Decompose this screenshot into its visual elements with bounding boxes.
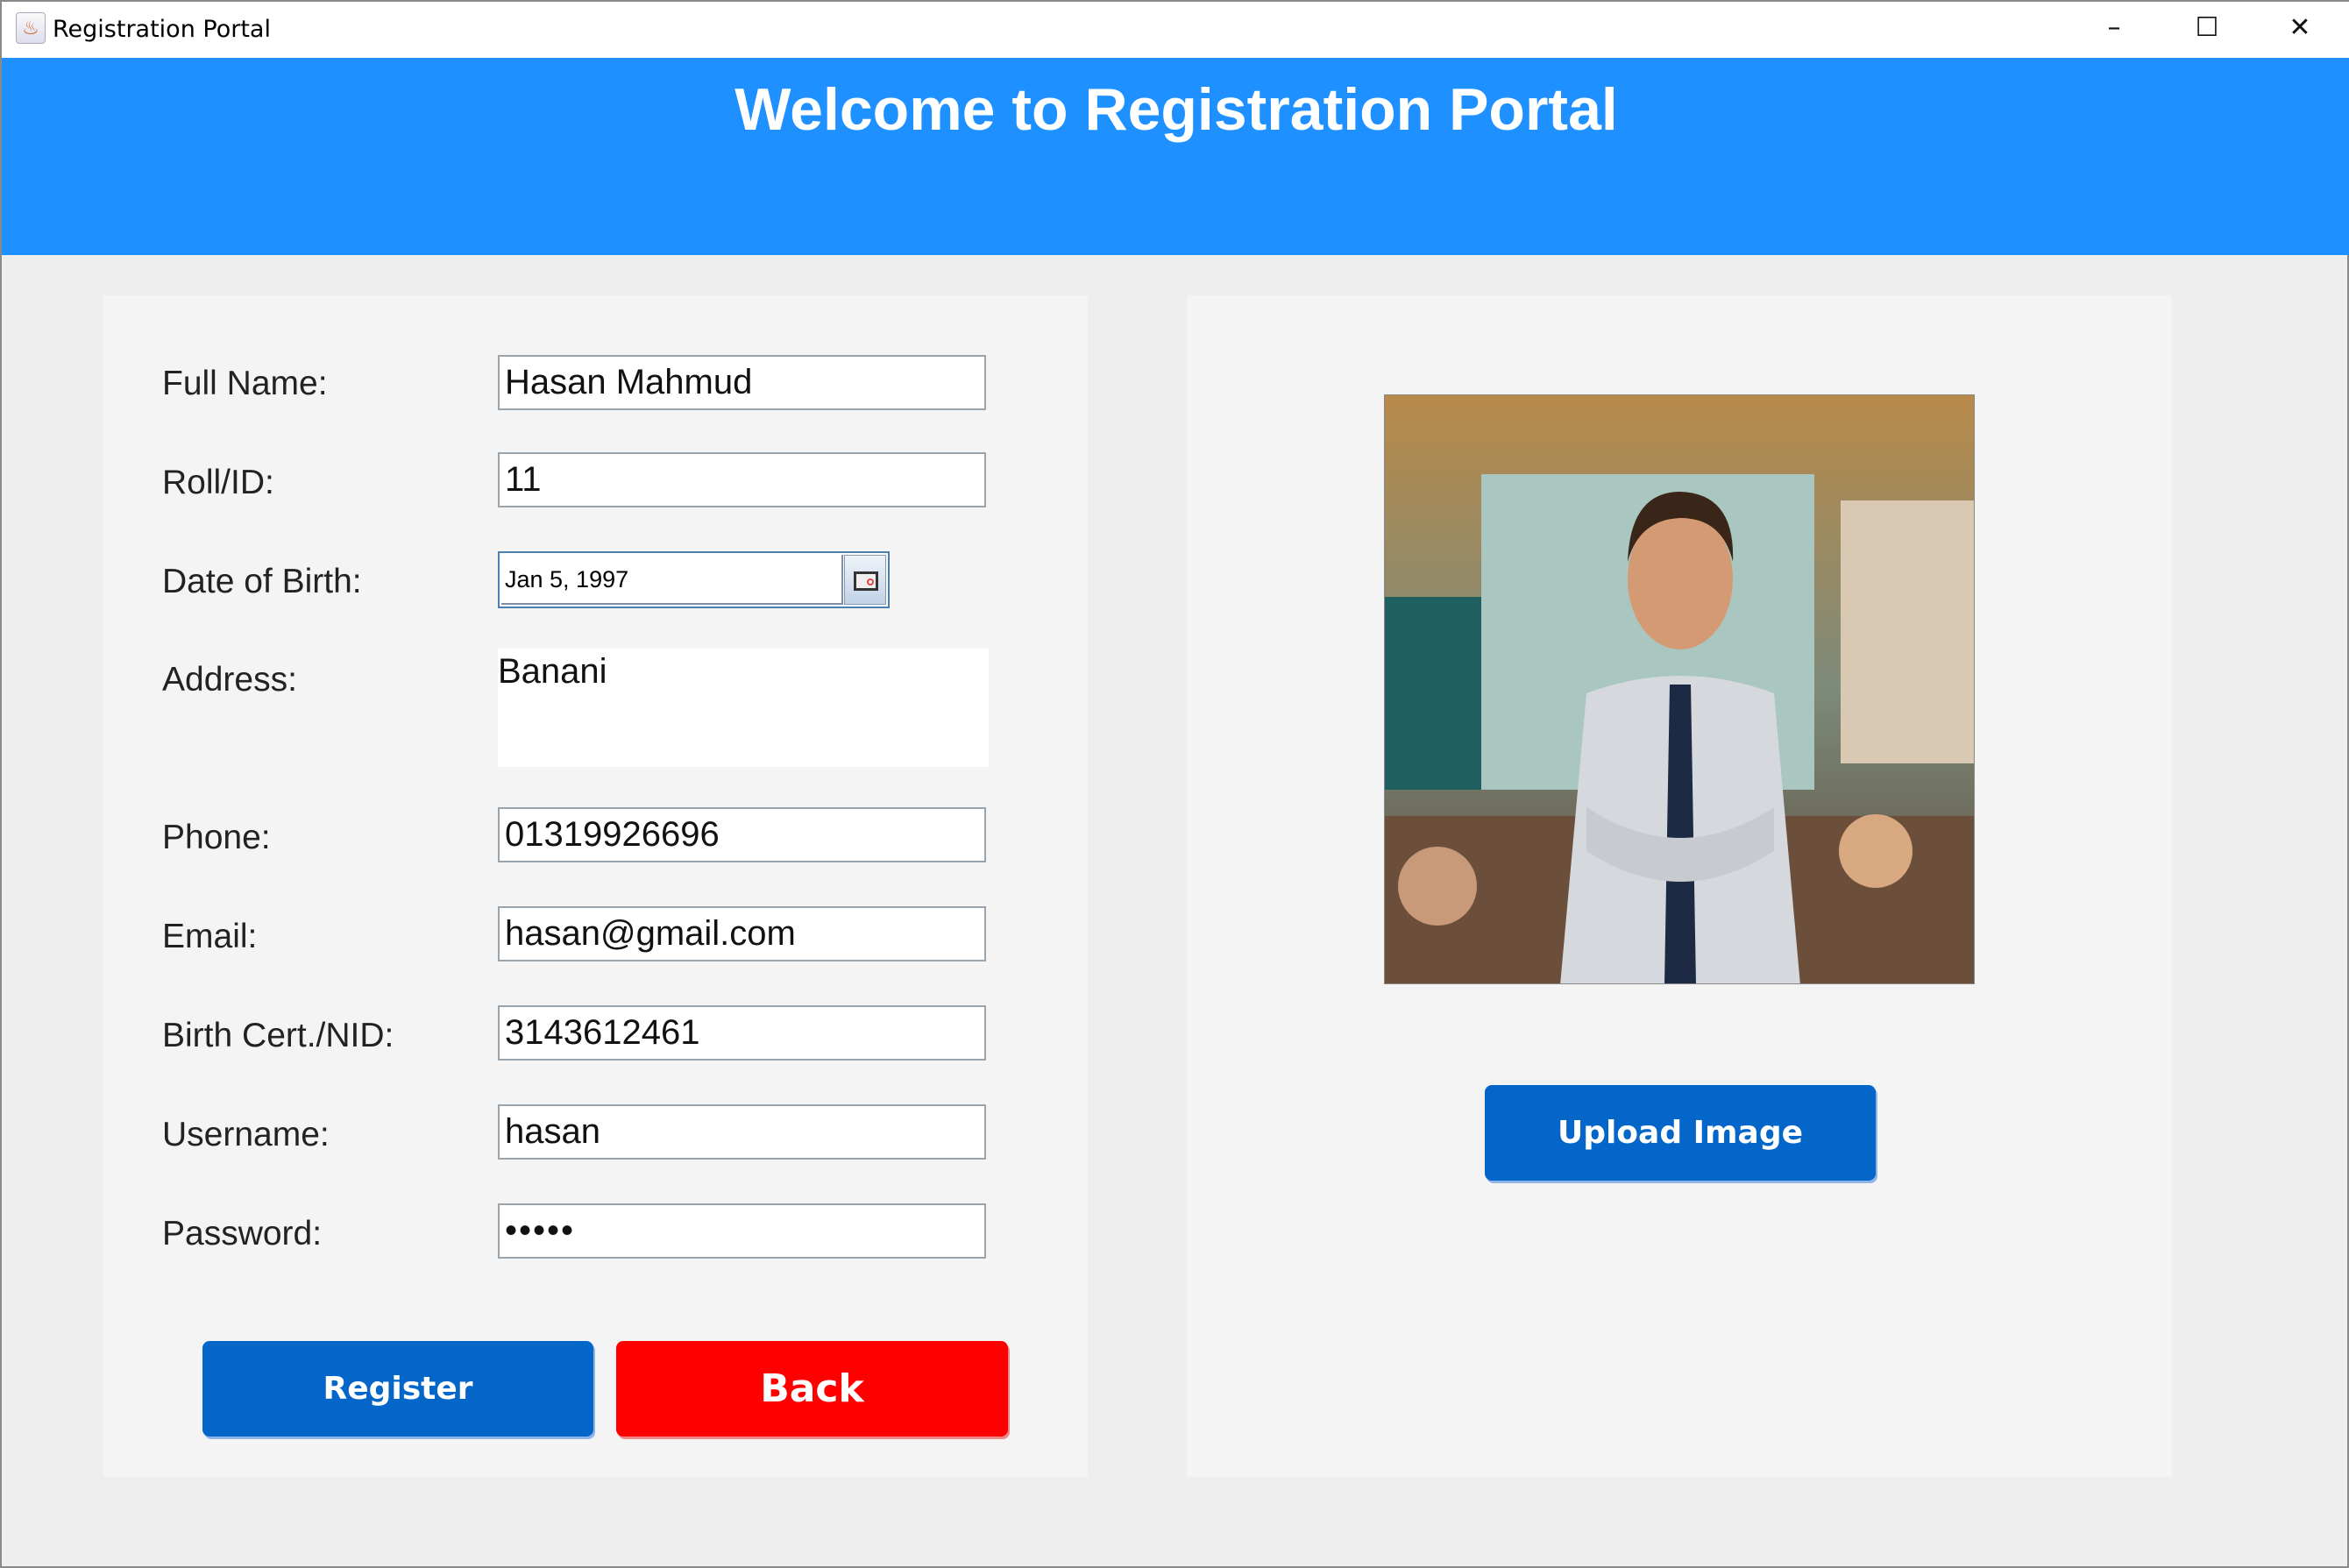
full-name-input[interactable]: Hasan Mahmud [498, 355, 986, 410]
maximize-button[interactable]: ☐ [2181, 9, 2233, 47]
java-app-icon: ♨ [16, 12, 46, 44]
password-input[interactable]: ••••• [498, 1203, 986, 1259]
header-banner: Welcome to Registration Portal [2, 58, 2349, 255]
profile-photo [1384, 394, 1975, 984]
nid-label: Birth Cert./NID: [162, 1017, 394, 1054]
minimize-button[interactable]: – [2088, 9, 2140, 47]
email-label: Email: [162, 918, 258, 955]
dob-label: Date of Birth: [162, 563, 362, 600]
roll-label: Roll/ID: [162, 464, 274, 501]
register-button[interactable]: Register [202, 1341, 593, 1437]
calendar-icon [854, 571, 878, 591]
calendar-button[interactable] [844, 555, 886, 605]
username-label: Username: [162, 1116, 330, 1153]
address-textarea[interactable]: Banani [498, 649, 989, 767]
phone-input[interactable]: 01319926696 [498, 807, 986, 862]
window-title: Registration Portal [53, 16, 271, 43]
email-input[interactable]: hasan@gmail.com [498, 906, 986, 961]
close-button[interactable]: ✕ [2274, 9, 2326, 47]
page-title: Welcome to Registration Portal [735, 76, 1618, 143]
phone-label: Phone: [162, 819, 271, 856]
title-bar: ♨ Registration Portal – ☐ ✕ [2, 2, 2349, 58]
username-input[interactable]: hasan [498, 1104, 986, 1160]
dob-input[interactable]: Jan 5, 1997 [501, 555, 843, 605]
dob-picker: Jan 5, 1997 [498, 551, 890, 608]
back-button[interactable]: Back [616, 1341, 1008, 1437]
nid-input[interactable]: 3143612461 [498, 1005, 986, 1061]
password-label: Password: [162, 1215, 323, 1252]
address-label: Address: [162, 661, 297, 699]
full-name-label: Full Name: [162, 365, 328, 402]
upload-image-button[interactable]: Upload Image [1485, 1085, 1876, 1181]
roll-input[interactable]: 11 [498, 452, 986, 507]
